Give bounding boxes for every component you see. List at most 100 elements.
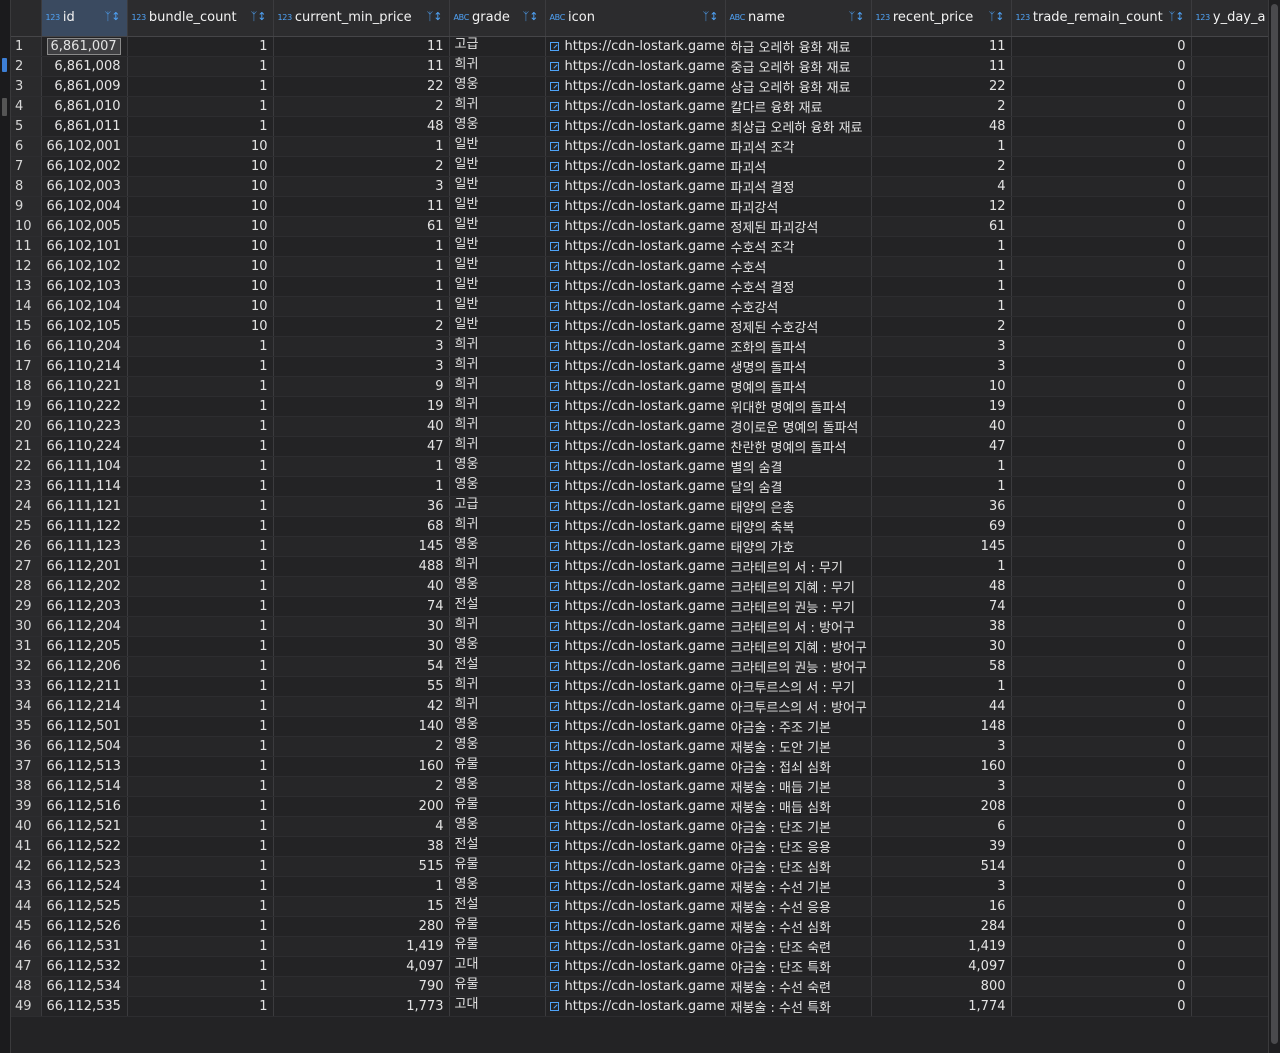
cell-grade[interactable]: 고대 bbox=[449, 956, 546, 977]
cell-recent-price[interactable]: 44 bbox=[871, 696, 1012, 717]
cell-trade-remain-count[interactable]: 0 bbox=[1011, 336, 1192, 357]
link-icon[interactable] bbox=[549, 701, 559, 711]
cell-grade[interactable]: 일반 bbox=[449, 236, 546, 257]
cell-recent-price[interactable]: 36 bbox=[871, 496, 1012, 517]
cell-bundle-count[interactable]: 1 bbox=[127, 836, 274, 857]
table-row[interactable]: 2 6,861,008 1 11 희귀 https://cdn-lostark.game.… bbox=[11, 56, 1268, 77]
cell-icon[interactable]: https://cdn-lostark.game. bbox=[545, 896, 726, 917]
table-row[interactable]: 7 66,102,002 10 2 일반 https://cdn-lostark.game… bbox=[11, 156, 1268, 177]
cell-current-min-price[interactable]: 11 bbox=[273, 196, 450, 217]
link-icon[interactable] bbox=[549, 761, 559, 771]
cell-id[interactable]: 66,112,206 bbox=[41, 656, 128, 677]
cell-name[interactable]: 조화의 돌파석 bbox=[725, 336, 872, 357]
cell-trade-remain-count[interactable]: 0 bbox=[1011, 636, 1192, 657]
cell-name[interactable]: 정제된 수호강석 bbox=[725, 316, 872, 337]
cell-trade-remain-count[interactable]: 0 bbox=[1011, 936, 1192, 957]
cell-grade[interactable]: 일반 bbox=[449, 136, 546, 157]
cell-current-min-price[interactable]: 140 bbox=[273, 716, 450, 737]
cell-id[interactable]: 66,112,211 bbox=[41, 676, 128, 697]
row-number[interactable]: 47 bbox=[11, 956, 42, 977]
table-row[interactable]: 37 66,112,513 1 160 유물 https://cdn-lostark.ga… bbox=[11, 756, 1268, 777]
cell-grade[interactable]: 고대 bbox=[449, 996, 546, 1017]
cell-icon[interactable]: https://cdn-lostark.game. bbox=[545, 296, 726, 317]
cell-name[interactable]: 파괴석 결정 bbox=[725, 176, 872, 197]
cell-grade[interactable]: 일반 bbox=[449, 256, 546, 277]
cell-grade[interactable]: 희귀 bbox=[449, 436, 546, 457]
cell-bundle-count[interactable]: 10 bbox=[127, 216, 274, 237]
vertical-scrollbar[interactable] bbox=[1268, 0, 1280, 1053]
cell-trade-remain-count[interactable]: 0 bbox=[1011, 136, 1192, 157]
cell-trade-remain-count[interactable]: 0 bbox=[1011, 96, 1192, 117]
cell-recent-price[interactable]: 19 bbox=[871, 396, 1012, 417]
cell-name[interactable]: 파괴석 bbox=[725, 156, 872, 177]
cell-trade-remain-count[interactable]: 0 bbox=[1011, 996, 1192, 1017]
cell-current-min-price[interactable]: 30 bbox=[273, 616, 450, 637]
table-row[interactable]: 49 66,112,535 1 1,773 고대 https://cdn-lostark.… bbox=[11, 996, 1268, 1017]
cell-current-min-price[interactable]: 280 bbox=[273, 916, 450, 937]
cell-recent-price[interactable]: 2 bbox=[871, 96, 1012, 117]
cell-icon[interactable]: https://cdn-lostark.game. bbox=[545, 396, 726, 417]
link-icon[interactable] bbox=[549, 361, 559, 371]
cell-trade-remain-count[interactable]: 0 bbox=[1011, 76, 1192, 97]
table-row[interactable]: 26 66,111,123 1 145 영웅 https://cdn-lostark.ga… bbox=[11, 536, 1268, 557]
cell-recent-price[interactable]: 1,419 bbox=[871, 936, 1012, 957]
cell-trade-remain-count[interactable]: 0 bbox=[1011, 736, 1192, 757]
row-number[interactable]: 29 bbox=[11, 596, 42, 617]
cell-name[interactable]: 위대한 명예의 돌파석 bbox=[725, 396, 872, 417]
cell-icon[interactable]: https://cdn-lostark.game. bbox=[545, 676, 726, 697]
link-icon[interactable] bbox=[549, 41, 559, 51]
cell-y-day[interactable] bbox=[1191, 76, 1268, 97]
cell-id[interactable]: 66,112,524 bbox=[41, 876, 128, 897]
cell-name[interactable]: 야금술 : 단조 특화 bbox=[725, 956, 872, 977]
link-icon[interactable] bbox=[549, 981, 559, 991]
cell-trade-remain-count[interactable]: 0 bbox=[1011, 176, 1192, 197]
cell-grade[interactable]: 희귀 bbox=[449, 56, 546, 77]
cell-y-day[interactable] bbox=[1191, 716, 1268, 737]
cell-y-day[interactable] bbox=[1191, 496, 1268, 517]
cell-icon[interactable]: https://cdn-lostark.game. bbox=[545, 116, 726, 137]
cell-name[interactable]: 정제된 파괴강석 bbox=[725, 216, 872, 237]
filter-sort-icon[interactable]: ᛉ↕ bbox=[1169, 10, 1185, 23]
cell-icon[interactable]: https://cdn-lostark.game. bbox=[545, 796, 726, 817]
table-row[interactable]: 17 66,110,214 1 3 희귀 https://cdn-lostark.game… bbox=[11, 356, 1268, 377]
cell-grade[interactable]: 일반 bbox=[449, 276, 546, 297]
cell-name[interactable]: 재봉술 : 매듭 기본 bbox=[725, 776, 872, 797]
cell-y-day[interactable] bbox=[1191, 376, 1268, 397]
column-header-bundle_count[interactable]: 123 bundle_count ᛉ↕ bbox=[127, 0, 274, 37]
cell-id[interactable]: 66,112,516 bbox=[41, 796, 128, 817]
cell-grade[interactable]: 희귀 bbox=[449, 416, 546, 437]
filter-sort-icon[interactable]: ᛉ↕ bbox=[849, 10, 865, 23]
cell-grade[interactable]: 일반 bbox=[449, 216, 546, 237]
row-number[interactable]: 36 bbox=[11, 736, 42, 757]
cell-bundle-count[interactable]: 1 bbox=[127, 976, 274, 997]
cell-id[interactable]: 66,112,214 bbox=[41, 696, 128, 717]
cell-y-day[interactable] bbox=[1191, 616, 1268, 637]
row-number[interactable]: 12 bbox=[11, 256, 42, 277]
link-icon[interactable] bbox=[549, 341, 559, 351]
cell-recent-price[interactable]: 2 bbox=[871, 316, 1012, 337]
row-number[interactable]: 35 bbox=[11, 716, 42, 737]
cell-name[interactable]: 크라테르의 서 : 방어구 bbox=[725, 616, 872, 637]
cell-bundle-count[interactable]: 1 bbox=[127, 576, 274, 597]
table-row[interactable]: 45 66,112,526 1 280 유물 https://cdn-lostark.ga… bbox=[11, 916, 1268, 937]
cell-icon[interactable]: https://cdn-lostark.game. bbox=[545, 256, 726, 277]
row-number[interactable]: 33 bbox=[11, 676, 42, 697]
cell-icon[interactable]: https://cdn-lostark.game. bbox=[545, 836, 726, 857]
cell-id[interactable]: 66,112,525 bbox=[41, 896, 128, 917]
cell-icon[interactable]: https://cdn-lostark.game. bbox=[545, 216, 726, 237]
cell-current-min-price[interactable]: 3 bbox=[273, 336, 450, 357]
link-icon[interactable] bbox=[549, 421, 559, 431]
link-icon[interactable] bbox=[549, 541, 559, 551]
cell-current-min-price[interactable]: 1 bbox=[273, 236, 450, 257]
cell-id[interactable]: 66,111,122 bbox=[41, 516, 128, 537]
cell-icon[interactable]: https://cdn-lostark.game. bbox=[545, 376, 726, 397]
cell-trade-remain-count[interactable]: 0 bbox=[1011, 756, 1192, 777]
link-icon[interactable] bbox=[549, 461, 559, 471]
cell-grade[interactable]: 일반 bbox=[449, 296, 546, 317]
cell-y-day[interactable] bbox=[1191, 476, 1268, 497]
row-number[interactable]: 49 bbox=[11, 996, 42, 1017]
column-header-grade[interactable]: ABC grade ᛉ↕ bbox=[449, 0, 546, 37]
row-number[interactable]: 19 bbox=[11, 396, 42, 417]
cell-recent-price[interactable]: 16 bbox=[871, 896, 1012, 917]
row-number[interactable]: 11 bbox=[11, 236, 42, 257]
